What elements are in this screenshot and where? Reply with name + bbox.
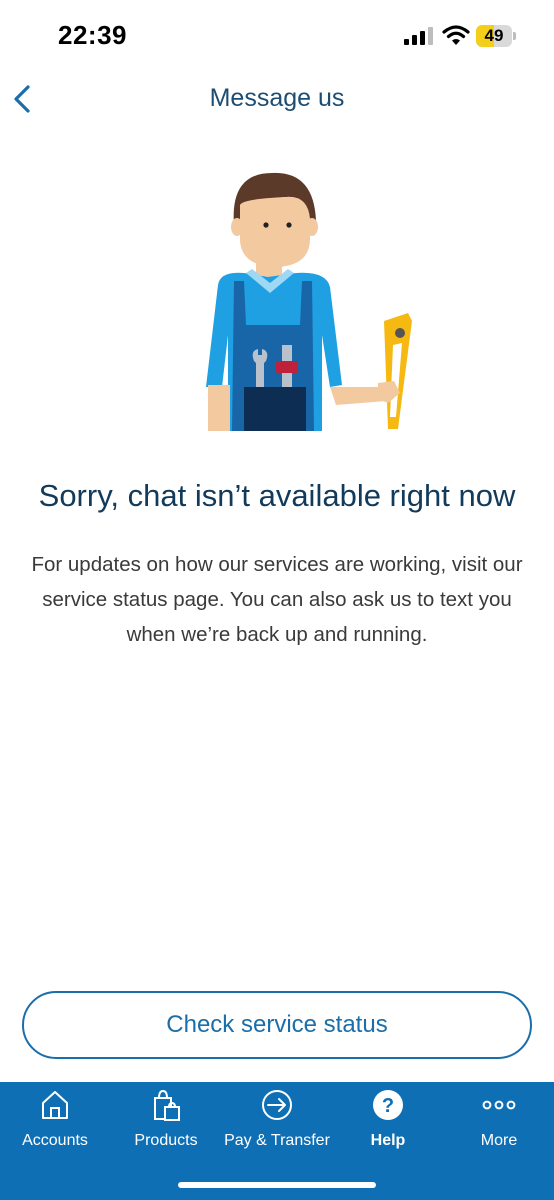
tab-products[interactable]: Products xyxy=(111,1082,221,1162)
svg-text:?: ? xyxy=(382,1095,394,1117)
battery-percentage: 49 xyxy=(484,26,504,45)
status-bar: 22:39 49 xyxy=(0,0,554,74)
tab-help[interactable]: ? Help xyxy=(333,1082,443,1162)
technician-illustration xyxy=(206,172,412,431)
tab-more-label: More xyxy=(480,1132,518,1149)
unavailable-heading: Sorry, chat isn’t available right now xyxy=(38,478,516,513)
cellular-signal-icon xyxy=(404,27,433,45)
page-title: Message us xyxy=(209,84,345,112)
arrow-circle-icon xyxy=(262,1090,292,1120)
more-icon xyxy=(482,1100,516,1110)
check-service-status-button[interactable]: Check service status xyxy=(22,991,532,1059)
help-circle-icon: ? xyxy=(373,1090,403,1120)
tab-pay-transfer-label: Pay & Transfer xyxy=(224,1132,330,1149)
battery-icon: 49 xyxy=(476,25,516,47)
tab-help-label: Help xyxy=(370,1132,406,1149)
tab-accounts-label: Accounts xyxy=(22,1132,88,1149)
home-icon xyxy=(42,1091,68,1119)
shopping-bag-icon xyxy=(154,1089,180,1121)
tab-products-label: Products xyxy=(134,1132,198,1149)
unavailable-description: For updates on how our services are work… xyxy=(31,553,523,646)
bottom-tab-bar: Accounts Products Pay & Transfer ? Help … xyxy=(0,1082,554,1200)
tab-accounts[interactable]: Accounts xyxy=(0,1082,110,1162)
tab-more[interactable]: More xyxy=(444,1082,554,1162)
status-time: 22:39 xyxy=(58,20,127,50)
home-indicator xyxy=(178,1182,376,1188)
wifi-icon xyxy=(442,25,470,45)
tab-pay-transfer[interactable]: Pay & Transfer xyxy=(222,1082,332,1162)
